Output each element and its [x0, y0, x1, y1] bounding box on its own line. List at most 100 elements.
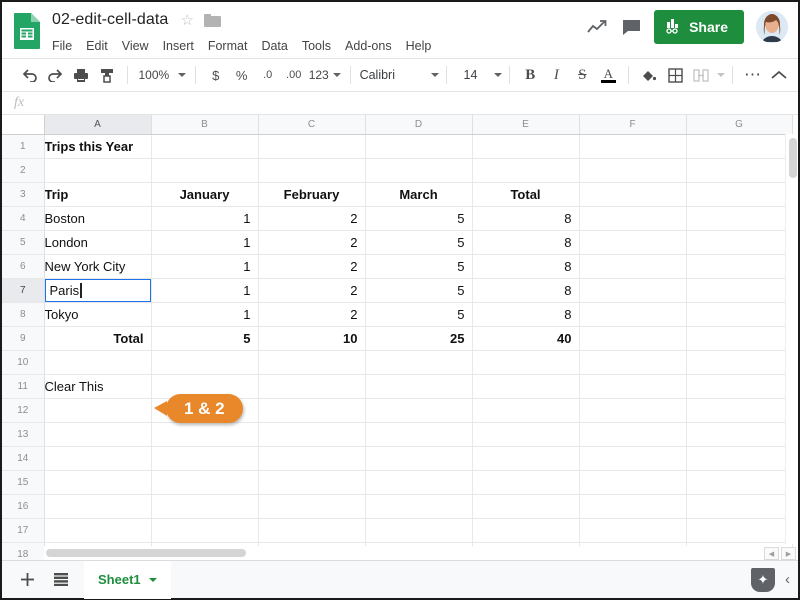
- cell-C3[interactable]: February: [258, 182, 366, 207]
- cell-C6[interactable]: 2: [258, 254, 366, 279]
- row-header-2[interactable]: 2: [2, 158, 45, 183]
- cell-B7[interactable]: 1: [151, 278, 259, 303]
- fill-color-icon[interactable]: [636, 62, 662, 88]
- redo-icon[interactable]: [42, 62, 68, 88]
- paint-format-icon[interactable]: [94, 62, 120, 88]
- cell-A15[interactable]: [44, 470, 152, 495]
- cell-F12[interactable]: [579, 398, 687, 423]
- menu-item-edit[interactable]: Edit: [79, 37, 115, 55]
- zoom-selector[interactable]: 100%: [135, 68, 188, 82]
- cell-A4[interactable]: Boston: [44, 206, 152, 231]
- more-options-icon[interactable]: ⋯: [740, 62, 766, 88]
- cell-E9[interactable]: 40: [472, 326, 580, 351]
- cell-C15[interactable]: [258, 470, 366, 495]
- cell-E15[interactable]: [472, 470, 580, 495]
- cell-C14[interactable]: [258, 446, 366, 471]
- collapse-toolbar-icon[interactable]: [766, 62, 792, 88]
- cell-G6[interactable]: [686, 254, 793, 279]
- cell-C13[interactable]: [258, 422, 366, 447]
- cell-A7[interactable]: Paris: [44, 278, 152, 303]
- cell-D13[interactable]: [365, 422, 473, 447]
- cell-D10[interactable]: [365, 350, 473, 375]
- scroll-left-button[interactable]: ◀: [764, 547, 779, 560]
- cell-E4[interactable]: 8: [472, 206, 580, 231]
- cell-E1[interactable]: [472, 134, 580, 159]
- cell-C1[interactable]: [258, 134, 366, 159]
- cell-F4[interactable]: [579, 206, 687, 231]
- star-icon[interactable]: ☆: [180, 13, 193, 28]
- cell-C2[interactable]: [258, 158, 366, 183]
- cell-D4[interactable]: 5: [365, 206, 473, 231]
- all-sheets-icon[interactable]: [44, 565, 78, 595]
- avatar[interactable]: [756, 11, 788, 43]
- cell-B15[interactable]: [151, 470, 259, 495]
- row-header-17[interactable]: 17: [2, 518, 45, 543]
- spreadsheet-grid[interactable]: A B C D E F G 1 Trips this Year 2 3 Trip Janu…: [2, 115, 798, 560]
- cell-G11[interactable]: [686, 374, 793, 399]
- row-header-8[interactable]: 8: [2, 302, 45, 327]
- cell-G14[interactable]: [686, 446, 793, 471]
- cell-G17[interactable]: [686, 518, 793, 543]
- cell-F10[interactable]: [579, 350, 687, 375]
- share-button[interactable]: Share: [654, 10, 744, 44]
- row-header-15[interactable]: 15: [2, 470, 45, 495]
- cell-C4[interactable]: 2: [258, 206, 366, 231]
- cell-G13[interactable]: [686, 422, 793, 447]
- cell-G1[interactable]: [686, 134, 793, 159]
- cell-E11[interactable]: [472, 374, 580, 399]
- cell-A8[interactable]: Tokyo: [44, 302, 152, 327]
- cell-B8[interactable]: 1: [151, 302, 259, 327]
- cell-G5[interactable]: [686, 230, 793, 255]
- row-header-5[interactable]: 5: [2, 230, 45, 255]
- activity-trend-icon[interactable]: [580, 11, 614, 43]
- cell-F2[interactable]: [579, 158, 687, 183]
- currency-format-icon[interactable]: $: [203, 62, 229, 88]
- percent-format-icon[interactable]: %: [229, 62, 255, 88]
- column-header-d[interactable]: D: [365, 115, 473, 135]
- cell-D9[interactable]: 25: [365, 326, 473, 351]
- cell-G8[interactable]: [686, 302, 793, 327]
- cell-E6[interactable]: 8: [472, 254, 580, 279]
- row-header-6[interactable]: 6: [2, 254, 45, 279]
- increase-decimal-icon[interactable]: .00: [281, 62, 307, 88]
- cell-C16[interactable]: [258, 494, 366, 519]
- cell-C11[interactable]: [258, 374, 366, 399]
- cell-A5[interactable]: London: [44, 230, 152, 255]
- cell-C5[interactable]: 2: [258, 230, 366, 255]
- cell-D3[interactable]: March: [365, 182, 473, 207]
- font-family-selector[interactable]: Calibri: [358, 68, 439, 82]
- cell-A13[interactable]: [44, 422, 152, 447]
- cell-C12[interactable]: [258, 398, 366, 423]
- strikethrough-icon[interactable]: S: [569, 62, 595, 88]
- cell-F16[interactable]: [579, 494, 687, 519]
- bold-icon[interactable]: B: [517, 62, 543, 88]
- cell-E5[interactable]: 8: [472, 230, 580, 255]
- cell-A6[interactable]: New York City: [44, 254, 152, 279]
- cell-C10[interactable]: [258, 350, 366, 375]
- menu-item-tools[interactable]: Tools: [295, 37, 338, 55]
- add-sheet-icon[interactable]: [10, 565, 44, 595]
- cell-B10[interactable]: [151, 350, 259, 375]
- cell-F17[interactable]: [579, 518, 687, 543]
- merge-cells-icon[interactable]: [688, 62, 714, 88]
- cell-D14[interactable]: [365, 446, 473, 471]
- borders-icon[interactable]: [662, 62, 688, 88]
- cell-G2[interactable]: [686, 158, 793, 183]
- cell-E14[interactable]: [472, 446, 580, 471]
- menu-item-data[interactable]: Data: [254, 37, 294, 55]
- row-header-7[interactable]: 7: [2, 278, 45, 303]
- cell-E13[interactable]: [472, 422, 580, 447]
- cell-F11[interactable]: [579, 374, 687, 399]
- folder-icon[interactable]: [203, 13, 221, 27]
- cell-E10[interactable]: [472, 350, 580, 375]
- cell-D1[interactable]: [365, 134, 473, 159]
- cell-A12[interactable]: [44, 398, 152, 423]
- row-header-16[interactable]: 16: [2, 494, 45, 519]
- cell-B13[interactable]: [151, 422, 259, 447]
- cell-F9[interactable]: [579, 326, 687, 351]
- scroll-right-button[interactable]: ▶: [781, 547, 796, 560]
- text-color-icon[interactable]: A: [595, 62, 621, 88]
- row-header-9[interactable]: 9: [2, 326, 45, 351]
- cell-B3[interactable]: January: [151, 182, 259, 207]
- cell-G10[interactable]: [686, 350, 793, 375]
